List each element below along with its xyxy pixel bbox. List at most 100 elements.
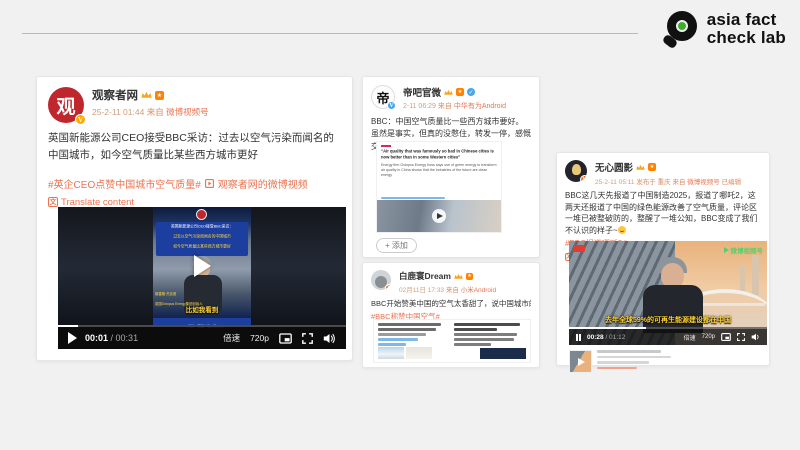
avatar[interactable]: V: [371, 270, 391, 290]
speed-button[interactable]: 倍速: [223, 332, 240, 344]
crown-icon: [454, 273, 463, 280]
vip-level-icon: ★: [155, 91, 164, 100]
embedded-screenshot[interactable]: “Air quality that was famously so bad in…: [376, 141, 502, 233]
from-label: 来自: [147, 107, 164, 117]
volume-icon[interactable]: [323, 333, 336, 344]
text-line-skeleton: [454, 343, 491, 346]
verified-badge-icon: V: [385, 284, 391, 290]
video-player[interactable]: 英国新能源公司CEO接受BBC采访： 过去以空气污染而闻名的中国城市 如今空气质…: [58, 207, 346, 349]
quality-button[interactable]: 720p: [250, 333, 269, 343]
quoted-card[interactable]: [569, 350, 671, 373]
video-caption: 英国新能源公司CEO接受BBC采访： 过去以空气污染而闻名的中国城市 如今空气质…: [156, 222, 248, 256]
edited-label: 已编辑: [722, 179, 742, 186]
link-skeleton: [378, 343, 406, 346]
play-button[interactable]: [68, 332, 77, 344]
observer-watermark-icon: [196, 209, 207, 220]
fullscreen-icon[interactable]: [737, 333, 745, 341]
hashtag-link[interactable]: #英企CEO点赞中国城市空气质量#: [48, 176, 201, 191]
post-meta: 2-11 06:29 来自 中华有为Android: [403, 101, 506, 111]
text-line-skeleton: [454, 328, 497, 331]
thumbnail-image: [406, 347, 432, 359]
post-text: BBC这几天先报道了中国制造2025，报道了哪吒2，这两天还报道了中国的绿色能源…: [565, 190, 761, 236]
time-display: 00:01 / 00:31: [85, 333, 138, 343]
username[interactable]: 无心圆影: [595, 160, 633, 174]
source-link[interactable]: 微博视频号: [687, 179, 720, 186]
avatar[interactable]: 帝 V: [371, 85, 395, 109]
username[interactable]: 白鹿寰Dream: [399, 270, 451, 282]
post-meta: 25-2-11 01:44 来自 微博视频号: [92, 106, 209, 118]
video-controls: 00:01 / 00:31 倍速 720p: [58, 327, 346, 349]
weibo-post-wuxin: V 无心圆影 ★ 25-2-11 05:11 发布于 重庆 来自 微博视频号 已…: [556, 152, 770, 366]
source-link[interactable]: 中华有为Android: [454, 103, 506, 110]
source-link[interactable]: 微博视频号: [166, 107, 209, 117]
video-play-icon: [205, 179, 214, 188]
logo-wordmark: asia fact check lab: [707, 11, 786, 48]
weibo-post-bailu: V 白鹿寰Dream ★ 02月11日 17:33 来自 小米Android B…: [362, 262, 540, 368]
thumbnail-image: [378, 347, 404, 359]
fullscreen-icon[interactable]: [302, 333, 313, 344]
video-link[interactable]: 观察者网的微博视频: [218, 176, 308, 191]
weibo-video-watermark: 微博视频号: [724, 245, 764, 255]
text-line-skeleton: [378, 333, 426, 336]
vip-level-icon: ★: [466, 273, 473, 280]
verified-badge-icon: V: [387, 101, 396, 110]
source-link[interactable]: 小米Android: [461, 287, 496, 294]
post-meta: 25-2-11 05:11 发布于 重庆 来自 微博视频号 已编辑: [595, 176, 741, 186]
text-line-skeleton: [454, 338, 514, 341]
screenshot-accent: [381, 145, 391, 147]
play-overlay-icon[interactable]: [194, 255, 211, 277]
weibo-post-diba: 帝 V 帝吧官微 ★ ✓ 2-11 06:29 来自 中华有为Android B…: [362, 76, 540, 258]
avatar-image: [572, 164, 581, 175]
tweet-quote: “Air quality that was famously so bad in…: [381, 149, 497, 160]
verified-check-icon: ✓: [467, 88, 475, 96]
translate-button[interactable]: 文 Translate content: [48, 197, 342, 208]
add-button[interactable]: + 添加: [376, 238, 417, 253]
text-line-skeleton: [597, 356, 671, 359]
quality-button[interactable]: 720p: [702, 334, 715, 340]
from-label: 来自: [446, 287, 459, 294]
timestamp: 25-2-11 01:44: [92, 107, 144, 117]
divider: [22, 33, 638, 34]
timestamp: 25-2-11 05:11: [595, 179, 635, 186]
logo-line1: asia fact: [707, 10, 777, 29]
video-subtitle: 去年全球59%的可再生能源建设都在中国: [569, 315, 767, 325]
link-skeleton: [378, 338, 418, 341]
video-player[interactable]: 微博视频号 去年全球59%的可再生能源建设都在中国 00:28 / 01:12 …: [569, 241, 767, 345]
speed-button[interactable]: 倍速: [684, 333, 696, 342]
verified-badge-icon: V: [580, 175, 587, 182]
username[interactable]: 观察者网: [92, 87, 138, 103]
crown-icon: [444, 89, 453, 96]
corner-badge: [573, 245, 585, 252]
verified-badge-icon: V: [75, 114, 86, 125]
location-label: 发布于 重庆: [636, 179, 670, 186]
video-controls: 00:28 / 01:12 倍速 720p: [569, 329, 767, 345]
pause-button[interactable]: [576, 334, 581, 341]
vip-level-icon: ★: [648, 163, 656, 171]
text-line-skeleton: [454, 323, 520, 326]
avatar[interactable]: V: [565, 160, 587, 182]
avatar[interactable]: 观 V: [48, 87, 84, 123]
pip-icon[interactable]: [279, 333, 292, 344]
text-line-skeleton: [378, 323, 441, 326]
pip-icon[interactable]: [721, 333, 731, 341]
vip-level-icon: ★: [456, 88, 464, 96]
thumbnail-image: [480, 348, 526, 359]
crown-icon: [141, 91, 152, 99]
smile-emoji: [618, 226, 626, 234]
play-overlay-icon: [432, 209, 446, 223]
post-text: BBC开始赞美中国的空气太香甜了，说中国城市的空气质量比西方城市…: [371, 298, 531, 309]
embedded-screenshot[interactable]: [373, 319, 531, 363]
text-line-skeleton: [597, 361, 649, 364]
text-line-skeleton: [378, 328, 436, 331]
timestamp: 2-11 06:29: [403, 103, 436, 110]
quoted-thumbnail: [569, 350, 592, 373]
username[interactable]: 帝吧官微: [403, 85, 441, 99]
video-frame: 英国新能源公司CEO接受BBC采访： 过去以空气污染而闻名的中国城市 如今空气质…: [153, 207, 251, 327]
from-label: 来自: [438, 103, 452, 110]
crown-icon: [636, 164, 645, 171]
from-label: 来自: [672, 179, 685, 186]
volume-icon[interactable]: [751, 333, 761, 341]
asia-fact-check-lab-logo: asia fact check lab: [661, 9, 786, 49]
timestamp: 02月11日 17:33: [399, 287, 444, 294]
post-text: 英国新能源公司CEO接受BBC采访：过去以空气污染而闻名的中国城市，如今空气质量…: [48, 130, 342, 164]
